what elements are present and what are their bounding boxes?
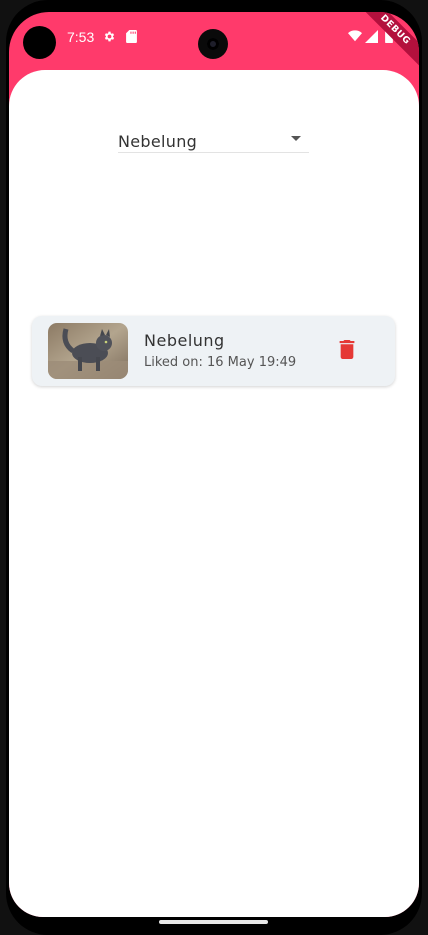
signal-icon <box>364 29 378 43</box>
gear-icon <box>102 29 116 43</box>
sd-card-icon <box>124 29 138 43</box>
favorite-title: Nebelung <box>144 331 225 350</box>
home-indicator[interactable] <box>159 920 268 924</box>
favorite-card[interactable]: Nebelung Liked on: 16 May 19:49 <box>32 316 395 386</box>
device: 7:53 DEBUG Nebelung Nebelung Liked on: 1… <box>0 0 428 935</box>
favorite-liked-date: Liked on: 16 May 19:49 <box>144 355 297 370</box>
cat-photo-thumbnail <box>48 323 128 379</box>
wifi-icon <box>348 29 362 43</box>
screen: 7:53 DEBUG Nebelung Nebelung Liked on: 1… <box>9 12 419 917</box>
trash-icon <box>339 339 355 363</box>
delete-button[interactable] <box>334 338 360 364</box>
status-time: 7:53 <box>67 29 95 45</box>
breed-dropdown[interactable]: Nebelung <box>118 130 309 153</box>
main-content: Nebelung Nebelung Liked on: 16 May 19:49 <box>9 70 419 917</box>
dropdown-arrow-icon <box>291 136 301 141</box>
camera-cutout-center <box>198 29 228 59</box>
breed-dropdown-value: Nebelung <box>118 131 198 151</box>
camera-cutout-left <box>23 26 56 59</box>
